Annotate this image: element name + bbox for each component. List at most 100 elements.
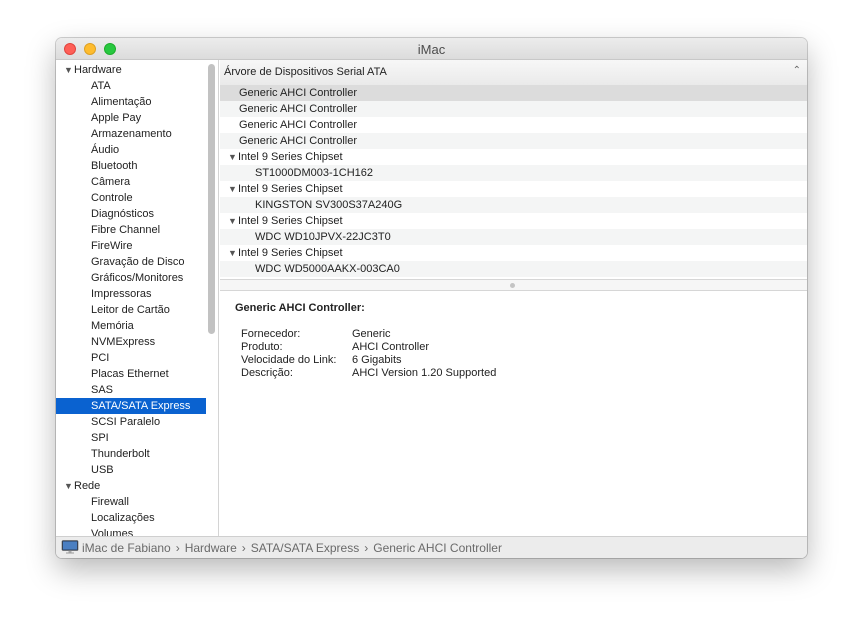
tree-row[interactable]: WDC WD5000AAKX-003CA0 bbox=[220, 261, 807, 277]
sidebar-item[interactable]: Volumes bbox=[56, 526, 206, 536]
sidebar-item[interactable]: NVMExpress bbox=[56, 334, 206, 350]
detail-field-value: AHCI Version 1.20 Supported bbox=[352, 367, 497, 379]
sidebar-item-label: Apple Pay bbox=[91, 112, 142, 124]
tree-row[interactable]: Generic AHCI Controller bbox=[220, 117, 807, 133]
breadcrumb-item[interactable]: SATA/SATA Express bbox=[251, 541, 359, 555]
sidebar-item-label: Memória bbox=[91, 320, 134, 332]
detail-pane: Generic AHCI Controller: Fornecedor: Gene… bbox=[220, 292, 807, 536]
status-bar: iMac de Fabiano › Hardware › SATA/SATA Expre… bbox=[56, 536, 807, 558]
sidebar-item[interactable]: Gráficos/Monitores bbox=[56, 270, 206, 286]
detail-title: Generic AHCI Controller: bbox=[235, 302, 365, 314]
disclosure-triangle-icon[interactable]: ▼ bbox=[64, 478, 74, 494]
detail-field-value: 6 Gigabits bbox=[352, 354, 402, 366]
sidebar-item[interactable]: Firewall bbox=[56, 494, 206, 510]
sidebar-item[interactable]: SAS bbox=[56, 382, 206, 398]
tree-row-label: Generic AHCI Controller bbox=[239, 87, 357, 99]
sidebar-item[interactable]: Controle bbox=[56, 190, 206, 206]
sidebar-item[interactable]: Câmera bbox=[56, 174, 206, 190]
system-information-window: iMac ▼Hardware ATA Alimentação Apple Pay Arm… bbox=[56, 38, 807, 558]
tree-row[interactable]: ▼Intel 9 Series Chipset bbox=[220, 149, 807, 165]
detail-field-value: Generic bbox=[352, 328, 391, 340]
tree-row[interactable]: ST1000DM003-1CH162 bbox=[220, 165, 807, 181]
sidebar-item[interactable]: Gravação de Disco bbox=[56, 254, 206, 270]
sidebar-item[interactable]: Leitor de Cartão bbox=[56, 302, 206, 318]
sidebar-item[interactable]: Fibre Channel bbox=[56, 222, 206, 238]
disclosure-triangle-icon[interactable]: ▼ bbox=[228, 245, 238, 261]
sidebar-item[interactable]: Memória bbox=[56, 318, 206, 334]
sidebar-item-label: ATA bbox=[91, 80, 111, 92]
tree-row[interactable]: Generic AHCI Controller bbox=[220, 101, 807, 117]
sidebar-item[interactable]: Localizações bbox=[56, 510, 206, 526]
detail-field-value: AHCI Controller bbox=[352, 341, 430, 353]
sidebar-item[interactable]: FireWire bbox=[56, 238, 206, 254]
sidebar-item[interactable]: SATA/SATA Express bbox=[56, 398, 206, 414]
sidebar-item[interactable]: Thunderbolt bbox=[56, 446, 206, 462]
sidebar-item-label: Áudio bbox=[91, 144, 120, 156]
disclosure-triangle-icon[interactable]: ▼ bbox=[64, 62, 74, 78]
sidebar-item-label: Hardware bbox=[74, 64, 122, 76]
sidebar-category[interactable]: ▼Rede bbox=[56, 478, 206, 494]
sidebar-item-label: Impressoras bbox=[91, 288, 152, 300]
sidebar-item[interactable]: PCI bbox=[56, 350, 206, 366]
disclosure-triangle-icon[interactable]: ▼ bbox=[228, 149, 238, 165]
detail-field-label: Velocidade do Link: bbox=[241, 354, 337, 366]
sidebar-scrollbar[interactable] bbox=[208, 64, 215, 334]
sidebar-item[interactable]: Placas Ethernet bbox=[56, 366, 206, 382]
tree-row[interactable]: Generic AHCI Controller bbox=[220, 133, 807, 149]
sidebar-item-label: Gráficos/Monitores bbox=[91, 272, 184, 284]
sidebar-item-label: Gravação de Disco bbox=[91, 256, 185, 268]
sidebar-item-label: Câmera bbox=[91, 176, 131, 188]
sidebar-item[interactable]: Impressoras bbox=[56, 286, 206, 302]
window-title: iMac bbox=[417, 42, 446, 57]
disclosure-triangle-icon[interactable]: ▼ bbox=[228, 181, 238, 197]
divider-handle-icon[interactable] bbox=[510, 283, 515, 288]
sidebar-item-label: Placas Ethernet bbox=[91, 368, 169, 380]
tree-row[interactable]: ▼Intel 9 Series Chipset bbox=[220, 181, 807, 197]
tree-row-label: Intel 9 Series Chipset bbox=[238, 215, 343, 227]
sidebar: ▼Hardware ATA Alimentação Apple Pay Armazena… bbox=[56, 60, 219, 536]
breadcrumb-item[interactable]: Hardware bbox=[185, 541, 237, 555]
split-view-divider[interactable] bbox=[220, 279, 807, 291]
tree-row[interactable]: WDC WD10JPVX-22JC3T0 bbox=[220, 229, 807, 245]
sidebar-item-label: Firewall bbox=[91, 496, 129, 508]
breadcrumb-separator-icon: › bbox=[241, 541, 246, 555]
breadcrumb-item[interactable]: iMac de Fabiano bbox=[82, 541, 171, 555]
sidebar-item-label: SATA/SATA Express bbox=[91, 400, 191, 412]
sidebar-item-label: Diagnósticos bbox=[91, 208, 154, 220]
sidebar-item-label: FireWire bbox=[91, 240, 133, 252]
sort-caret-icon[interactable]: ⌃ bbox=[793, 65, 801, 76]
sidebar-item[interactable]: SCSI Paralelo bbox=[56, 414, 206, 430]
sidebar-item[interactable]: Alimentação bbox=[56, 94, 206, 110]
sidebar-item[interactable]: Diagnósticos bbox=[56, 206, 206, 222]
sidebar-item-label: Controle bbox=[91, 192, 133, 204]
imac-icon bbox=[61, 540, 79, 554]
title-bar[interactable]: iMac bbox=[56, 38, 807, 60]
sidebar-item[interactable]: Armazenamento bbox=[56, 126, 206, 142]
disclosure-triangle-icon[interactable]: ▼ bbox=[228, 213, 238, 229]
tree-row-label: Generic AHCI Controller bbox=[239, 119, 357, 131]
sidebar-item[interactable]: SPI bbox=[56, 430, 206, 446]
sidebar-item[interactable]: USB bbox=[56, 462, 206, 478]
tree-row-label: WDC WD5000AAKX-003CA0 bbox=[255, 263, 400, 275]
breadcrumb-item[interactable]: Generic AHCI Controller bbox=[373, 541, 502, 555]
sidebar-item[interactable]: Apple Pay bbox=[56, 110, 206, 126]
tree-row[interactable]: Generic AHCI Controller bbox=[220, 85, 807, 101]
detail-field-label: Produto: bbox=[241, 341, 283, 353]
tree-row-label: KINGSTON SV300S37A240G bbox=[255, 199, 403, 211]
tree-header[interactable]: Árvore de Dispositivos Serial ATA ⌃ bbox=[220, 60, 807, 86]
sidebar-item-label: Thunderbolt bbox=[91, 448, 150, 460]
sidebar-category[interactable]: ▼Hardware bbox=[56, 62, 206, 78]
sidebar-item[interactable]: Bluetooth bbox=[56, 158, 206, 174]
tree-row-label: Intel 9 Series Chipset bbox=[238, 151, 343, 163]
sidebar-item-label: Armazenamento bbox=[91, 128, 172, 140]
sidebar-item[interactable]: ATA bbox=[56, 78, 206, 94]
sidebar-item-label: USB bbox=[91, 464, 114, 476]
tree-row[interactable]: ▼Intel 9 Series Chipset bbox=[220, 213, 807, 229]
sidebar-item-label: SCSI Paralelo bbox=[91, 416, 161, 428]
sidebar-item[interactable]: Áudio bbox=[56, 142, 206, 158]
breadcrumb: iMac de Fabiano › Hardware › SATA/SATA Expre… bbox=[82, 541, 502, 555]
tree-row-label: ST1000DM003-1CH162 bbox=[255, 167, 374, 179]
sidebar-item-label: PCI bbox=[91, 352, 110, 364]
tree-row[interactable]: ▼Intel 9 Series Chipset bbox=[220, 245, 807, 261]
tree-row[interactable]: KINGSTON SV300S37A240G bbox=[220, 197, 807, 213]
